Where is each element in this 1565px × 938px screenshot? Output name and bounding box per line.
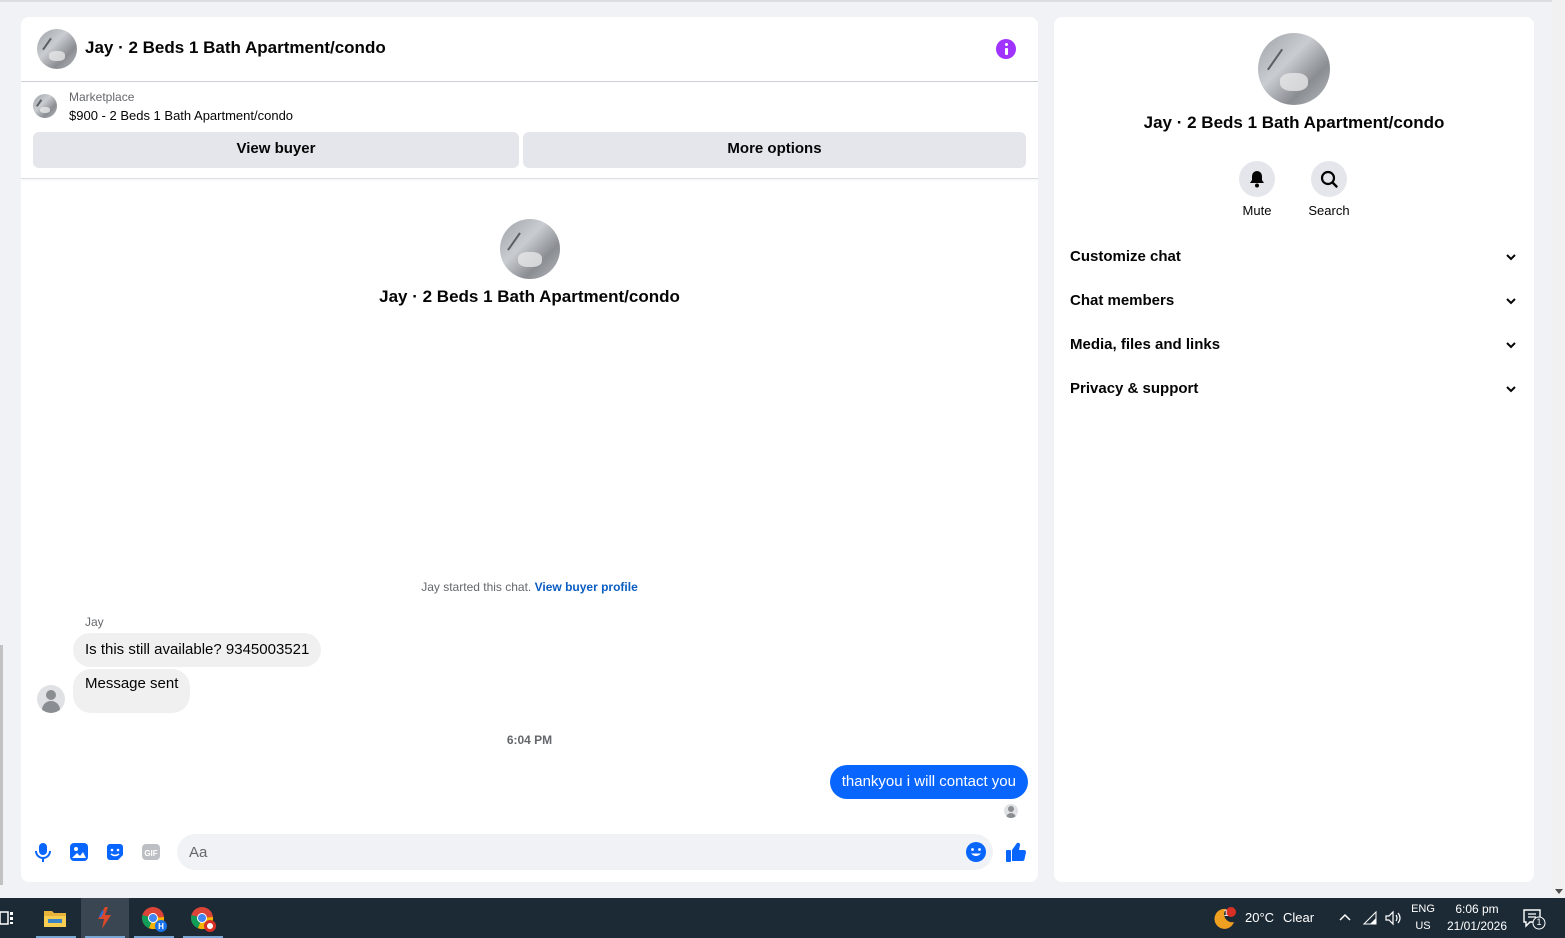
left-scroll-indicator bbox=[0, 645, 3, 885]
details-panel: Jay · 2 Beds 1 Bath Apartment/condo Mute… bbox=[1054, 17, 1534, 882]
gif-icon[interactable]: GIF bbox=[140, 841, 162, 863]
search-label: Search bbox=[1308, 203, 1350, 218]
section-label: Media, files and links bbox=[1070, 336, 1221, 353]
clock-time[interactable]: 6:06 pm bbox=[1442, 902, 1512, 916]
sender-avatar[interactable] bbox=[37, 685, 65, 713]
listing-avatar[interactable] bbox=[37, 29, 77, 69]
more-options-button[interactable]: More options bbox=[523, 132, 1026, 168]
message-timestamp: 6:04 PM bbox=[506, 733, 553, 747]
search-button[interactable]: Search bbox=[1299, 161, 1359, 218]
chat-panel: Jay · 2 Beds 1 Bath Apartment/condo Mark… bbox=[21, 17, 1038, 882]
mute-label: Mute bbox=[1242, 203, 1272, 218]
search-circle bbox=[1311, 161, 1347, 197]
top-border bbox=[0, 0, 1565, 2]
section-customize-chat[interactable]: Customize chat bbox=[1062, 237, 1526, 277]
view-buyer-profile-link[interactable]: View buyer profile bbox=[535, 580, 638, 594]
section-chat-members[interactable]: Chat members bbox=[1062, 281, 1526, 321]
mute-button[interactable]: Mute bbox=[1227, 161, 1287, 218]
section-label: Customize chat bbox=[1070, 248, 1181, 265]
chevron-down-icon bbox=[1506, 254, 1516, 261]
incoming-message[interactable]: Message sent bbox=[73, 669, 191, 713]
chrome-icon bbox=[191, 907, 216, 932]
listing-title[interactable]: $900 - 2 Beds 1 Bath Apartment/condo bbox=[69, 108, 293, 123]
weather-condition[interactable]: Clear bbox=[1283, 910, 1314, 925]
section-privacy-support[interactable]: Privacy & support bbox=[1062, 369, 1526, 409]
thumbs-up-icon[interactable] bbox=[1004, 840, 1028, 864]
weather-temperature[interactable]: 20°C bbox=[1245, 910, 1274, 925]
conversation-avatar bbox=[500, 219, 560, 279]
search-icon bbox=[1320, 170, 1338, 188]
details-title: Jay · 2 Beds 1 Bath Apartment/condo bbox=[1143, 113, 1445, 132]
info-icon[interactable] bbox=[996, 39, 1016, 59]
folder-icon bbox=[44, 911, 66, 927]
taskbar-chrome-profile-2[interactable] bbox=[179, 898, 227, 938]
conversation-title: Jay · 2 Beds 1 Bath Apartment/condo bbox=[379, 287, 680, 306]
divider bbox=[21, 178, 1038, 179]
taskbar-file-explorer[interactable] bbox=[32, 898, 80, 938]
chrome-icon: H bbox=[142, 907, 167, 932]
message-input[interactable] bbox=[177, 834, 993, 870]
keyboard-region[interactable]: US bbox=[1408, 920, 1438, 932]
wifi-icon[interactable] bbox=[1362, 910, 1378, 926]
app-icon bbox=[98, 907, 111, 929]
taskbar-chrome-profile-h[interactable]: H bbox=[130, 898, 178, 938]
details-avatar bbox=[1258, 33, 1330, 105]
page-scrollbar[interactable] bbox=[1552, 0, 1565, 898]
chat-title[interactable]: Jay · 2 Beds 1 Bath Apartment/condo bbox=[85, 38, 386, 58]
section-media-files-links[interactable]: Media, files and links bbox=[1062, 325, 1526, 365]
listing-source: Marketplace bbox=[69, 90, 135, 104]
taskbar: H 1 20°C Clear ENG US 6:06 pm 21/01/2026… bbox=[0, 898, 1565, 938]
chat-header: Jay · 2 Beds 1 Bath Apartment/condo bbox=[21, 17, 1038, 82]
bell-icon bbox=[1250, 171, 1264, 188]
seen-indicator-avatar bbox=[1004, 804, 1018, 818]
section-label: Chat members bbox=[1070, 292, 1175, 309]
outgoing-message[interactable]: thankyou i will contact you bbox=[829, 765, 1028, 799]
view-buyer-button[interactable]: View buyer bbox=[33, 132, 519, 168]
svg-text:H: H bbox=[158, 922, 164, 931]
sender-name: Jay bbox=[85, 615, 104, 629]
incoming-message[interactable]: Is this still available? 9345003521 bbox=[73, 633, 322, 667]
section-label: Privacy & support bbox=[1070, 380, 1199, 397]
listing-thumbnail[interactable] bbox=[33, 94, 57, 118]
speaker-icon[interactable] bbox=[1384, 910, 1402, 926]
chevron-down-icon bbox=[1506, 298, 1516, 305]
mute-circle bbox=[1239, 161, 1275, 197]
microphone-icon[interactable] bbox=[32, 841, 54, 863]
svg-text:GIF: GIF bbox=[144, 849, 157, 858]
taskbar-app-active[interactable] bbox=[81, 898, 129, 938]
scroll-down-arrow-icon[interactable] bbox=[1555, 889, 1563, 894]
weather-badge: 1 bbox=[1223, 908, 1229, 918]
notification-count: 1 bbox=[1536, 917, 1542, 927]
chat-started-notice: Jay started this chat. View buyer profil… bbox=[21, 580, 1038, 594]
chevron-up-icon[interactable] bbox=[1338, 912, 1352, 922]
chevron-down-icon bbox=[1506, 386, 1516, 393]
task-view-icon[interactable] bbox=[0, 910, 14, 926]
language-code[interactable]: ENG bbox=[1408, 903, 1438, 915]
chat-started-text: Jay started this chat. bbox=[421, 580, 532, 594]
sticker-icon[interactable] bbox=[104, 841, 126, 863]
clock-date[interactable]: 21/01/2026 bbox=[1442, 919, 1512, 933]
chevron-down-icon bbox=[1506, 342, 1516, 349]
emoji-icon[interactable] bbox=[965, 841, 987, 863]
image-icon[interactable] bbox=[68, 841, 90, 863]
